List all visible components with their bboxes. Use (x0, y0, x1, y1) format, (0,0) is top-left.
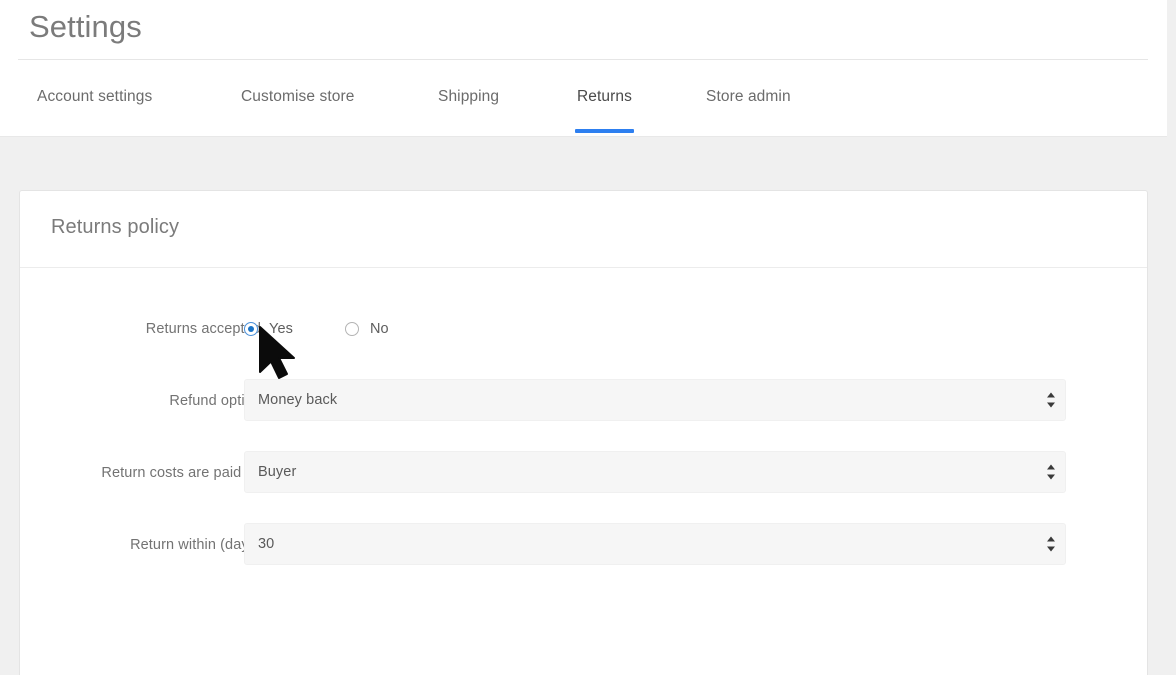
radio-option-no[interactable]: No (344, 321, 389, 337)
returns-accepted-radio-group: Yes No (244, 307, 1066, 351)
refund-option-control: Money back (244, 379, 1066, 423)
tab-label: Shipping (438, 88, 500, 105)
return-within-control: 30 (244, 523, 1066, 567)
app-root: Settings Account settings Customise stor… (0, 0, 1176, 675)
return-costs-select[interactable]: Buyer (244, 451, 1066, 493)
refund-option-select[interactable]: Money back (244, 379, 1066, 421)
tab-shipping[interactable]: Shipping (438, 88, 499, 106)
chevron-updown-icon[interactable] (1047, 536, 1056, 553)
tab-label: Customise store (241, 88, 355, 105)
card-header: Returns policy (20, 191, 1147, 268)
page-header: Settings Account settings Customise stor… (0, 0, 1167, 137)
chevron-updown-icon[interactable] (1047, 464, 1056, 481)
refund-option-value: Money back (258, 392, 338, 408)
tab-customise-store[interactable]: Customise store (241, 88, 354, 106)
chevron-updown-icon[interactable] (1047, 392, 1056, 409)
tab-account-settings[interactable]: Account settings (37, 88, 152, 106)
field-row-return-within: Return within (days) 30 (20, 523, 1147, 567)
settings-tabs: Account settings Customise store Shippin… (0, 60, 1167, 137)
page-title: Settings (29, 9, 142, 44)
field-row-refund-option: Refund option Money back (20, 379, 1147, 423)
field-row-return-costs: Return costs are paid by Buyer (20, 451, 1147, 495)
tab-label: Account settings (37, 88, 153, 105)
tab-returns[interactable]: Returns (575, 88, 634, 133)
tab-label: Store admin (706, 88, 791, 105)
radio-checked-icon[interactable] (244, 322, 258, 336)
returns-accepted-control: Yes No (244, 307, 1066, 351)
return-within-value: 30 (258, 536, 275, 552)
return-costs-label: Return costs are paid by (101, 465, 261, 481)
main-content: Returns policy Returns accepted Yes No R… (0, 137, 1167, 675)
radio-label-yes: Yes (269, 321, 293, 337)
tab-label: Returns (577, 88, 632, 105)
return-costs-value: Buyer (258, 464, 297, 480)
radio-unchecked-icon[interactable] (344, 322, 359, 336)
tab-store-admin[interactable]: Store admin (706, 88, 791, 106)
radio-label-no: No (369, 321, 389, 337)
return-within-select[interactable]: 30 (244, 523, 1066, 565)
radio-option-yes[interactable]: Yes (244, 321, 293, 337)
return-within-label: Return within (days) (130, 537, 261, 553)
card-title: Returns policy (51, 216, 180, 238)
return-costs-control: Buyer (244, 451, 1066, 495)
page-inner: Settings Account settings Customise stor… (0, 0, 1167, 675)
returns-policy-card: Returns policy Returns accepted Yes No R… (19, 190, 1148, 675)
field-row-returns-accepted: Returns accepted Yes No (20, 307, 1147, 351)
tab-active-indicator (575, 129, 634, 133)
